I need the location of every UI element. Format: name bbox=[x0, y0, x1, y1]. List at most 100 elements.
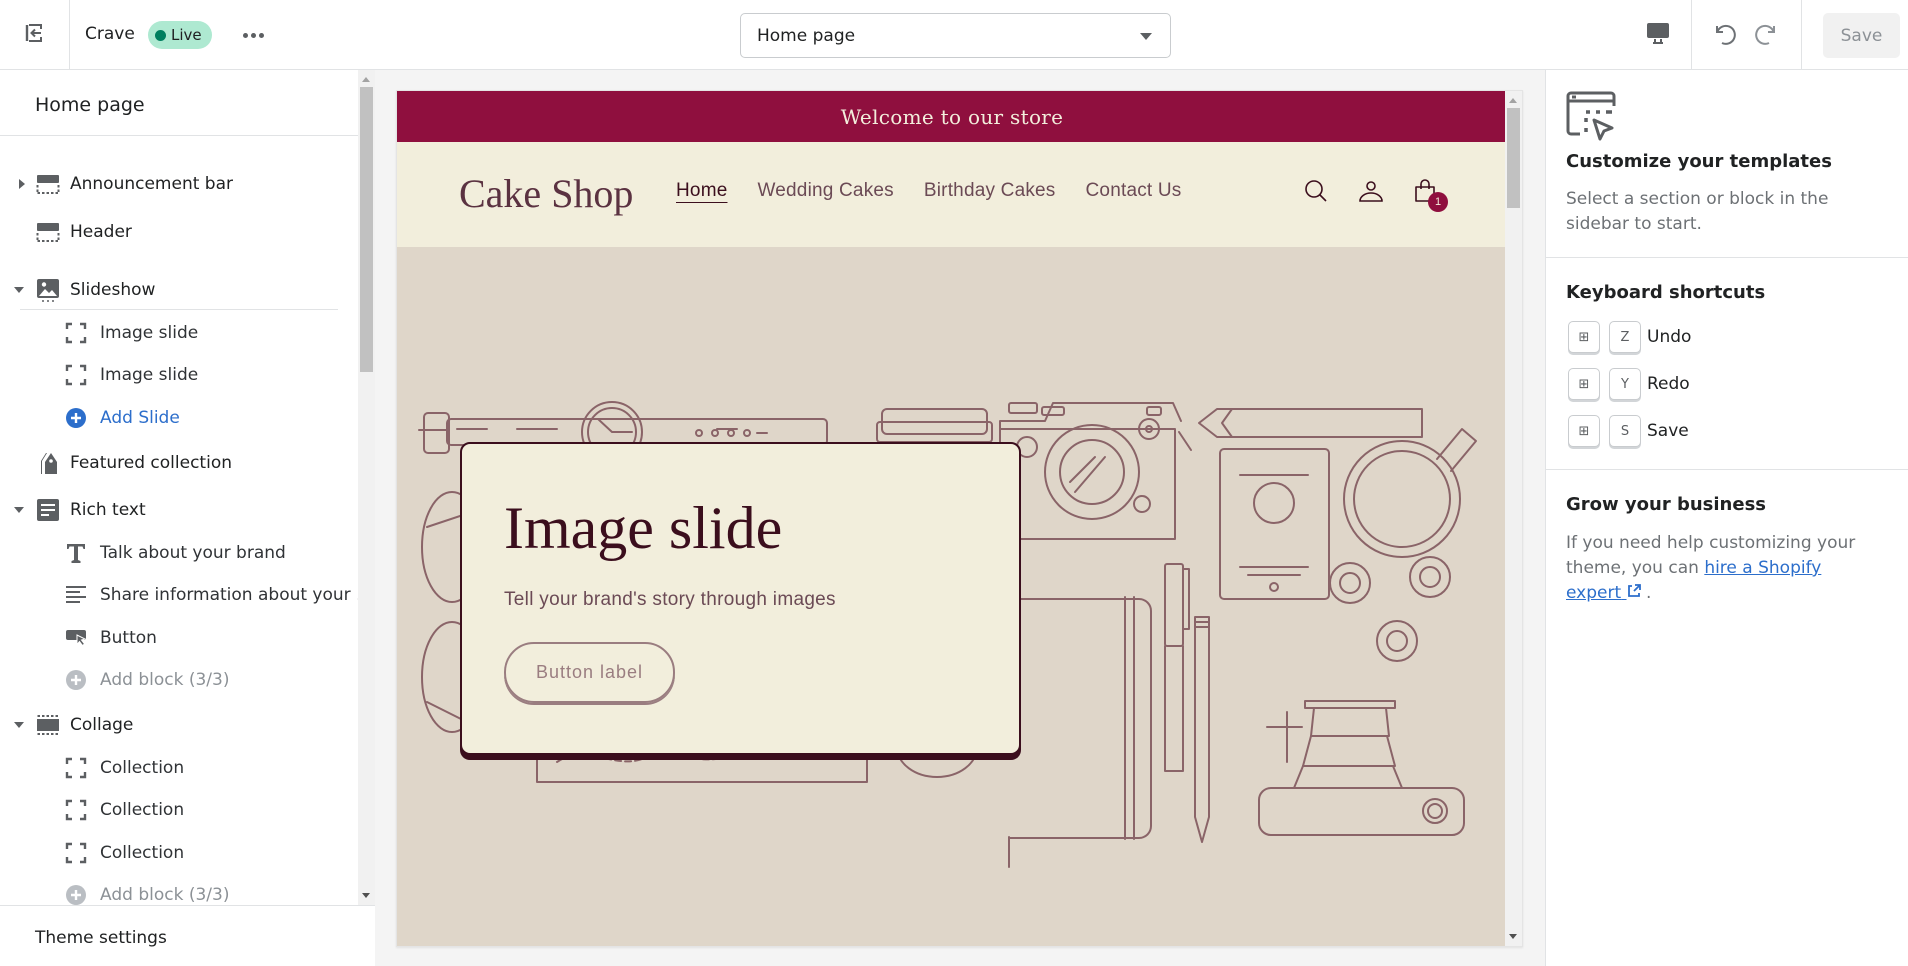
block-heading[interactable]: Talk about your brand bbox=[0, 533, 358, 573]
chevron-down-icon[interactable] bbox=[14, 722, 24, 728]
section-featured-collection[interactable]: Featured collection bbox=[0, 443, 358, 483]
key-z: Z bbox=[1609, 321, 1641, 353]
store-header[interactable]: Cake Shop Home Wedding Cakes Birthday Ca… bbox=[397, 142, 1507, 247]
section-header[interactable]: Header bbox=[0, 212, 358, 252]
page-select[interactable]: Home page bbox=[740, 13, 1171, 58]
nav-link-wedding-cakes[interactable]: Wedding Cakes bbox=[757, 180, 893, 202]
save-button[interactable]: Save bbox=[1823, 13, 1900, 58]
section-label: Slideshow bbox=[70, 280, 156, 300]
add-block-label: Add block (3/3) bbox=[100, 885, 230, 905]
windows-key-icon: ⊞ bbox=[1568, 368, 1600, 400]
section-label: Announcement bar bbox=[70, 174, 233, 194]
announcement-bar[interactable]: Welcome to our store bbox=[397, 91, 1507, 142]
toolbar-divider bbox=[1801, 0, 1802, 70]
scroll-down-icon[interactable] bbox=[362, 893, 370, 898]
shortcuts-section: Keyboard shortcuts ⊞ Z Undo ⊞ Y Redo ⊞ S… bbox=[1546, 258, 1908, 470]
block-icon bbox=[65, 842, 87, 864]
store-name: Crave bbox=[85, 24, 135, 44]
block-image-slide[interactable]: Image slide bbox=[0, 355, 358, 395]
block-label: Image slide bbox=[100, 323, 199, 343]
block-label: Collection bbox=[100, 758, 185, 778]
external-link-icon bbox=[1627, 584, 1641, 597]
store-logo[interactable]: Cake Shop bbox=[459, 170, 633, 217]
sidebar-scrollbar[interactable] bbox=[358, 70, 375, 905]
block-icon bbox=[65, 322, 87, 344]
customize-text: Select a section or block in the sidebar… bbox=[1566, 189, 1829, 234]
block-icon bbox=[65, 757, 87, 779]
shortcut-undo: ⊞ Z Undo bbox=[1568, 320, 1691, 354]
undo-button[interactable] bbox=[1705, 17, 1741, 53]
theme-settings-link[interactable]: Theme settings bbox=[35, 928, 167, 948]
block-collection[interactable]: Collection bbox=[0, 748, 358, 788]
lens-camera-illustration bbox=[1258, 700, 1465, 836]
shortcut-label: Redo bbox=[1647, 374, 1690, 394]
sidebar-footer: Theme settings bbox=[0, 905, 375, 966]
status-badge-label: Live bbox=[171, 26, 202, 44]
block-label: Collection bbox=[100, 843, 185, 863]
block-button[interactable]: Button bbox=[0, 618, 358, 658]
toolbar-divider bbox=[1691, 0, 1692, 70]
block-label: Collection bbox=[100, 800, 185, 820]
slide-button[interactable]: Button label bbox=[504, 642, 675, 703]
scrollbar-thumb[interactable] bbox=[1507, 108, 1520, 208]
device-preview-button[interactable] bbox=[1638, 17, 1678, 53]
add-block-button[interactable]: Add block (3/3) bbox=[0, 660, 358, 700]
redo-button[interactable] bbox=[1750, 17, 1786, 53]
cart-count-badge: 1 bbox=[1428, 192, 1448, 212]
tape-rolls-illustration bbox=[1329, 556, 1451, 662]
customize-title: Customize your templates bbox=[1566, 151, 1832, 172]
section-announcement-bar[interactable]: Announcement bar bbox=[0, 164, 358, 204]
add-slide-label: Add Slide bbox=[100, 408, 180, 428]
chevron-down-icon[interactable] bbox=[14, 287, 24, 293]
block-image-slide[interactable]: Image slide bbox=[0, 313, 358, 353]
nav-link-contact-us[interactable]: Contact Us bbox=[1086, 180, 1182, 202]
customize-template-icon bbox=[1566, 90, 1616, 146]
section-slideshow[interactable]: Slideshow bbox=[0, 270, 358, 310]
button-icon bbox=[65, 627, 87, 649]
section-collage[interactable]: Collage bbox=[0, 705, 358, 745]
section-rich-text[interactable]: Rich text bbox=[0, 490, 358, 530]
nav-link-birthday-cakes[interactable]: Birthday Cakes bbox=[924, 180, 1056, 202]
exit-button[interactable] bbox=[0, 0, 70, 70]
block-label: Share information about your ... bbox=[100, 585, 373, 605]
camera-illustration bbox=[999, 402, 1192, 540]
pencil-illustration bbox=[1198, 408, 1423, 438]
nav-link-home[interactable]: Home bbox=[676, 180, 727, 202]
key-s: S bbox=[1609, 415, 1641, 447]
add-slide-button[interactable]: Add Slide bbox=[0, 398, 358, 438]
preview-area: Welcome to our store Cake Shop Home Wedd… bbox=[375, 70, 1545, 966]
tag-icon bbox=[36, 451, 60, 475]
search-button[interactable] bbox=[1299, 176, 1333, 210]
slideshow[interactable]: Image slide Tell your brand's story thro… bbox=[397, 247, 1507, 946]
add-circle-icon bbox=[65, 669, 87, 691]
slide-heading: Image slide bbox=[504, 495, 783, 561]
preview-scrollbar[interactable] bbox=[1505, 91, 1522, 946]
storefront: Welcome to our store Cake Shop Home Wedd… bbox=[397, 91, 1507, 946]
chevron-down-icon[interactable] bbox=[14, 507, 24, 513]
chevron-right-icon[interactable] bbox=[19, 179, 25, 189]
passport-illustration bbox=[1219, 448, 1330, 600]
sidebar: Home page Announcement bar Header Slides… bbox=[0, 70, 375, 966]
section-label: Featured collection bbox=[70, 453, 232, 473]
section-header-icon bbox=[36, 220, 60, 244]
chevron-down-icon bbox=[1140, 33, 1152, 40]
live-dot-icon bbox=[155, 29, 166, 41]
block-collection[interactable]: Collection bbox=[0, 790, 358, 830]
scrollbar-thumb[interactable] bbox=[360, 87, 373, 372]
storefront-preview: Welcome to our store Cake Shop Home Wedd… bbox=[396, 90, 1523, 947]
block-label: Talk about your brand bbox=[100, 543, 286, 563]
block-label: Button bbox=[100, 628, 157, 648]
scroll-up-icon[interactable] bbox=[1509, 98, 1517, 103]
search-icon bbox=[1303, 178, 1329, 208]
shortcut-label: Undo bbox=[1647, 327, 1692, 347]
block-paragraph[interactable]: Share information about your ... bbox=[0, 575, 372, 615]
pencil-vertical-illustration bbox=[1194, 616, 1210, 843]
notebook-illustration bbox=[1008, 596, 1152, 868]
cart-button[interactable]: 1 bbox=[1409, 176, 1448, 212]
block-collection[interactable]: Collection bbox=[0, 833, 358, 873]
more-actions-button[interactable] bbox=[238, 20, 268, 50]
scroll-up-icon[interactable] bbox=[362, 77, 370, 82]
account-button[interactable] bbox=[1354, 176, 1388, 210]
key-y: Y bbox=[1609, 368, 1641, 400]
scroll-down-icon[interactable] bbox=[1509, 934, 1517, 939]
